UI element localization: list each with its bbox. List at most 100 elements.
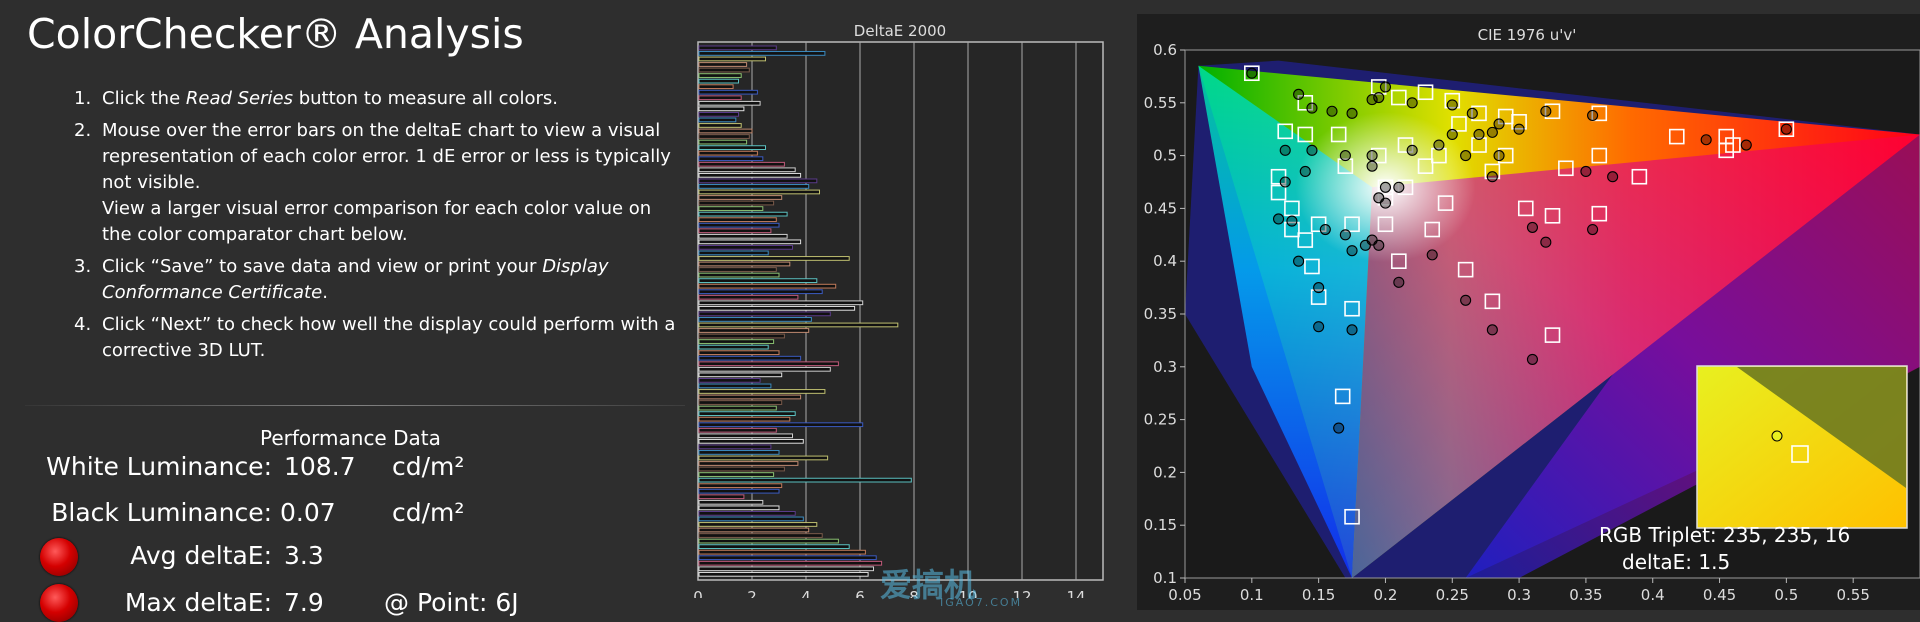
- cie-measured-point: [1486, 171, 1498, 183]
- deltae-bar: [698, 123, 742, 128]
- deltae-bar: [698, 549, 866, 555]
- deltae-bar: [698, 217, 777, 223]
- cie-inset-zoom: [1696, 365, 1908, 529]
- deltae-bar: [698, 344, 769, 350]
- cie-measured-point: [1446, 128, 1458, 141]
- deltae-bar: [698, 461, 799, 466]
- cie-measured-point: [1379, 197, 1392, 209]
- max-deltae-value: 7.9: [284, 588, 324, 617]
- avg-deltae-label: Avg deltaE:: [130, 541, 272, 570]
- deltae-bar: [698, 466, 785, 472]
- deltae-bar: [698, 372, 783, 378]
- cie-measured-point: [1393, 276, 1405, 288]
- deltae-bar: [698, 189, 820, 195]
- deltae-chart-title: DeltaE 2000: [854, 22, 946, 40]
- deltae-bar: [698, 233, 788, 239]
- cie-measured-point: [1313, 282, 1325, 294]
- page-title: ColorChecker® Analysis: [27, 10, 524, 58]
- deltae-bar: [698, 544, 850, 549]
- white-luminance-unit: cd/m²: [392, 452, 465, 481]
- black-luminance-unit: cd/m²: [392, 498, 465, 527]
- deltae-bar: [698, 256, 850, 261]
- cie-y-tick-label: 0.5: [1153, 147, 1177, 165]
- cie-measured-point: [1587, 109, 1599, 122]
- deltae-bar: [698, 161, 785, 167]
- cie-inset-measured-point: [1771, 430, 1783, 442]
- deltae-bar: [698, 405, 777, 411]
- cie-measured-point: [1700, 134, 1712, 146]
- deltae-plot-frame: [697, 41, 1104, 581]
- deltae-bar: [698, 389, 826, 394]
- deltae-bar: [698, 245, 793, 250]
- white-luminance-label: White Luminance:: [46, 452, 272, 481]
- cie-x-tick-label: 0.1: [1240, 586, 1264, 604]
- deltae-tick-label: 6: [855, 588, 865, 598]
- cie-measured-point: [1460, 294, 1472, 306]
- deltae-bar: [698, 378, 761, 383]
- deltae-bar: [698, 311, 831, 317]
- deltae-bar: [698, 73, 742, 78]
- cie-x-tick-label: 0.3: [1507, 586, 1531, 604]
- deltae-bar: [698, 383, 772, 389]
- deltae-bar: [698, 427, 777, 433]
- cie-measured-point: [1346, 324, 1358, 336]
- deltae-bar: [698, 278, 818, 283]
- deltae-bar: [698, 272, 780, 278]
- deltae-bar: [698, 305, 856, 311]
- deltae-bar: [698, 150, 758, 156]
- cie-measured-point: [1293, 255, 1305, 267]
- cie-chart: CIE 1976 u'v' 0.05 0.1 0.15 0.2 0.25 0.3 0.35 0…: [1137, 14, 1920, 610]
- cie-x-tick-label: 0.45: [1703, 586, 1736, 604]
- deltae-bar: [698, 300, 864, 306]
- deltae-bar: [698, 483, 783, 489]
- white-luminance-value: 108.7: [284, 452, 356, 481]
- black-luminance-label: Black Luminance:: [51, 498, 272, 527]
- cie-measured-point: [1466, 107, 1478, 119]
- deltae-bar: [698, 522, 818, 527]
- deltae-bar: [698, 422, 864, 428]
- watermark-url: IGAO7.COM: [940, 596, 1023, 609]
- cie-measured-point: [1587, 223, 1599, 236]
- deltae-bar: [698, 494, 745, 500]
- deltae-bar: [698, 450, 780, 455]
- deltae-bar: [698, 267, 777, 272]
- cie-y-tick-label: 0.2: [1153, 463, 1177, 481]
- deltae-bar: [698, 328, 810, 333]
- deltae-bar: [698, 100, 761, 106]
- deltae-bar: [698, 156, 764, 162]
- cie-measured-point: [1473, 128, 1485, 141]
- cie-measured-point: [1406, 144, 1418, 156]
- deltae-bar: [698, 333, 785, 339]
- deltae-bar: [698, 400, 783, 405]
- cie-measured-point: [1279, 176, 1291, 188]
- cie-x-tick-label: 0.2: [1374, 586, 1398, 604]
- deltae-bar: [698, 62, 748, 67]
- cie-x-tick-label: 0.05: [1168, 586, 1201, 604]
- deltae-bar: [698, 527, 810, 533]
- instruction-3: 3. Click “Save” to save data and view or …: [74, 256, 609, 303]
- cie-y-tick-label: 0.25: [1144, 411, 1177, 429]
- cie-measured-point: [1272, 213, 1285, 225]
- deltae-bar: [698, 455, 829, 461]
- cie-measured-point: [1333, 422, 1345, 434]
- deltae-bar: [698, 139, 748, 145]
- cie-x-tick-label: 0.55: [1836, 586, 1869, 604]
- cie-measured-point: [1246, 67, 1258, 79]
- cie-measured-point: [1580, 165, 1592, 177]
- cie-measured-point: [1346, 245, 1358, 257]
- cie-measured-point: [1540, 105, 1552, 117]
- instruction-1: 1. Click the Read Series button to measur…: [74, 88, 559, 109]
- cie-y-tick-label: 0.55: [1144, 94, 1177, 112]
- deltae-bar: [698, 206, 764, 211]
- cie-measured-point: [1319, 223, 1331, 236]
- cie-measured-point: [1293, 88, 1305, 100]
- cie-measured-point: [1326, 105, 1338, 117]
- deltae-tick-label: 14: [1066, 588, 1085, 598]
- white-luminance-row: White Luminance: 108.7 cd/m²: [0, 452, 600, 488]
- cie-measured-point: [1286, 215, 1298, 227]
- deltae-bar: [698, 211, 788, 217]
- cie-inset-deltae-label: deltaE: 1.5: [1622, 550, 1730, 574]
- deltae-bar: [698, 289, 823, 295]
- cie-measured-point: [1373, 239, 1385, 251]
- cie-measured-point: [1379, 81, 1392, 93]
